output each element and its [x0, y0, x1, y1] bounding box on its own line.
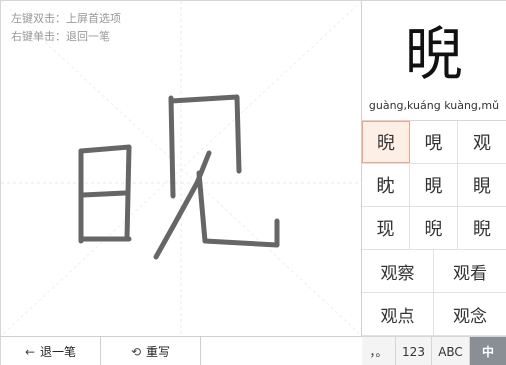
rewrite-button[interactable]: ⟲ 重写 [101, 337, 201, 365]
mode-latin-button[interactable]: ABC [432, 337, 470, 365]
candidate-row: 眈 晛 睍 [362, 164, 506, 207]
stroke-5 [168, 95, 176, 199]
mode-chinese-button[interactable]: 中 [470, 337, 506, 365]
arrow-left-icon: ← [24, 344, 36, 359]
candidate-row: 晲 哯 观 [362, 121, 506, 164]
character-preview: 晲 guàng,kuáng kuàng,mǔ [362, 1, 506, 121]
candidate-cell-selected[interactable]: 晲 [362, 121, 410, 163]
word-row: 观点 观念 [362, 293, 506, 336]
candidate-cell[interactable]: 晲 [410, 207, 458, 249]
input-mode-bar: ，。 123 ABC 中 [362, 336, 506, 365]
candidate-cell[interactable]: 哯 [410, 121, 458, 163]
candidate-row: 现 晲 睨 [362, 207, 506, 250]
preview-character: 晲 [404, 20, 463, 88]
stroke-8 [196, 170, 280, 248]
preview-pinyin: guàng,kuáng kuàng,mǔ [368, 99, 500, 112]
candidate-cell[interactable]: 现 [362, 207, 410, 249]
word-candidate-cell[interactable]: 观看 [434, 250, 506, 292]
undo-stroke-label: 退一笔 [40, 345, 77, 359]
mode-punctuation-button[interactable]: ，。 [362, 337, 396, 365]
word-candidate-cell[interactable]: 观念 [434, 293, 506, 335]
word-candidate-cell[interactable]: 观察 [362, 250, 434, 292]
mode-numbers-button[interactable]: 123 [396, 337, 432, 365]
stroke-3 [80, 190, 128, 198]
candidate-cell[interactable]: 眈 [362, 164, 410, 206]
word-row: 观察 观看 [362, 250, 506, 293]
undo-stroke-button[interactable]: ← 退一笔 [1, 337, 101, 365]
handwriting-input-window: 左键双击：上屏首选项 右键单击：退回一笔 ← 退一笔 ⟲ 重写 晲 guàng,… [0, 0, 506, 365]
refresh-icon: ⟲ [130, 344, 142, 359]
candidate-cell[interactable]: 观 [458, 121, 506, 163]
handwriting-pad[interactable]: 左键双击：上屏首选项 右键单击：退回一笔 [1, 1, 362, 336]
candidate-panel: 晲 guàng,kuáng kuàng,mǔ 晲 哯 观 眈 晛 睍 现 晲 睨… [362, 1, 506, 365]
candidate-cell[interactable]: 睍 [458, 164, 506, 206]
word-candidates: 观察 观看 观点 观念 [362, 250, 506, 336]
candidate-cell[interactable]: 睨 [458, 207, 506, 249]
word-candidate-cell[interactable]: 观点 [362, 293, 434, 335]
handwritten-strokes [78, 94, 280, 260]
pad-toolbar: ← 退一笔 ⟲ 重写 [1, 336, 362, 365]
rewrite-label: 重写 [146, 345, 171, 359]
candidate-cell[interactable]: 晛 [410, 164, 458, 206]
single-candidates: 晲 哯 观 眈 晛 睍 现 晲 睨 [362, 121, 506, 250]
